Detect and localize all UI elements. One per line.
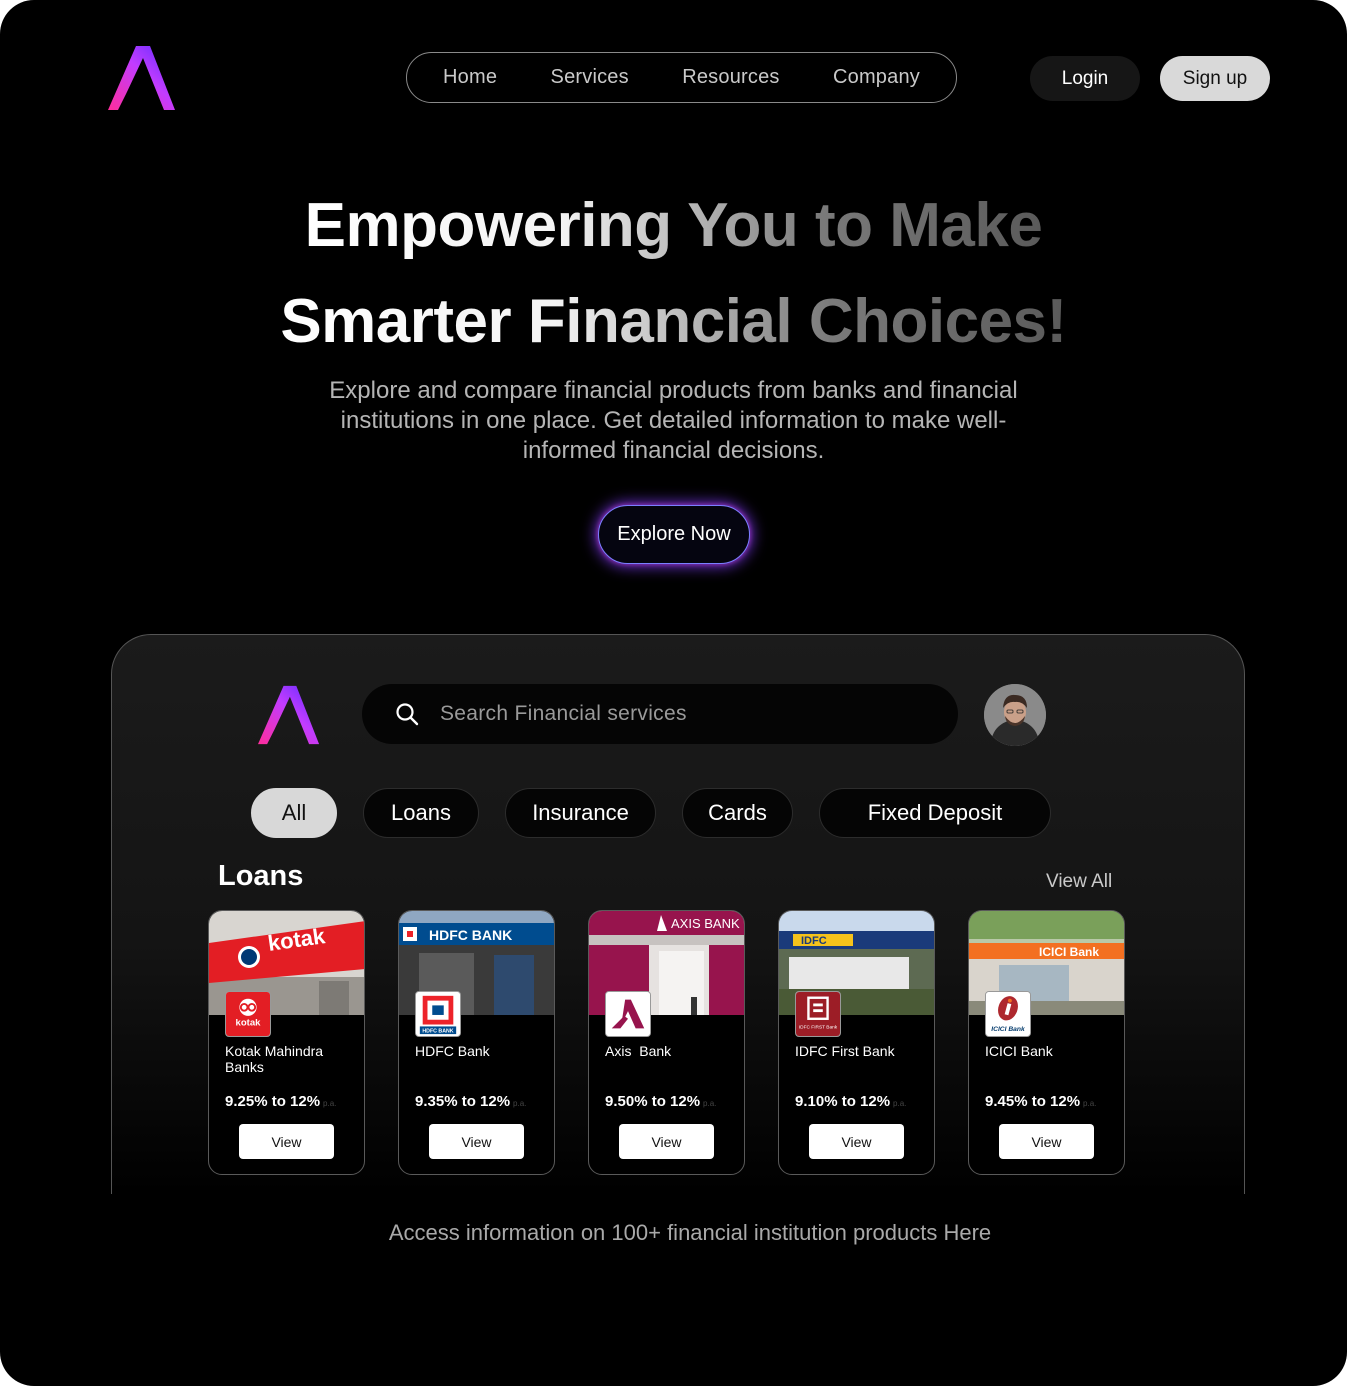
nav-resources[interactable]: Resources — [682, 66, 779, 89]
chip-cards[interactable]: Cards — [682, 788, 793, 838]
search-icon[interactable] — [395, 702, 419, 726]
hero-title-line-2: Smarter Financial Choices! — [0, 286, 1347, 357]
signup-button[interactable]: Sign up — [1160, 56, 1270, 101]
user-avatar[interactable] — [984, 684, 1046, 746]
card-interest-rate: 9.10% to 12% p.a. — [795, 1093, 906, 1110]
loan-card-idfc[interactable]: IDFC IDFC FIRST Bank IDFC First Bank 9.1… — [778, 910, 935, 1175]
icici-badge-text: ICICI Bank — [991, 1026, 1025, 1033]
card-rate-suffix: p.a. — [703, 1099, 717, 1108]
nav-company[interactable]: Company — [833, 66, 920, 89]
chip-fixed-deposit[interactable]: Fixed Deposit — [819, 788, 1051, 838]
explore-now-button[interactable]: Explore Now — [598, 505, 750, 564]
idfc-sign-text: IDFC — [801, 935, 827, 947]
card-rate-value: 9.10% to 12% — [795, 1093, 891, 1110]
section-title-loans: Loans — [218, 860, 304, 892]
card-rate-suffix: p.a. — [513, 1099, 527, 1108]
view-all-link[interactable]: View All — [1046, 871, 1112, 893]
card-bank-name: Kotak Mahindra Banks — [225, 1043, 324, 1075]
hero-title-line-1: Empowering You to Make — [0, 190, 1347, 261]
hdfc-logo-icon: HDFC BANK — [415, 991, 461, 1037]
view-button[interactable]: View — [239, 1124, 334, 1159]
card-rate-suffix: p.a. — [1083, 1099, 1097, 1108]
card-bank-name: Axis Bank — [605, 1043, 672, 1059]
card-interest-rate: 9.35% to 12% p.a. — [415, 1093, 526, 1110]
view-button[interactable]: View — [619, 1124, 714, 1159]
search-input[interactable] — [440, 698, 920, 730]
view-button[interactable]: View — [809, 1124, 904, 1159]
card-rate-value: 9.35% to 12% — [415, 1093, 511, 1110]
hdfc-badge-text: HDFC BANK — [422, 1029, 453, 1035]
landing-page: Home Services Resources Company Login Si… — [0, 0, 1347, 1386]
hero-subtitle: Explore and compare financial products f… — [329, 377, 1018, 464]
kotak-logo-icon: kotak — [225, 991, 271, 1037]
card-bank-name: IDFC First Bank — [795, 1043, 895, 1059]
main-nav: Home Services Resources Company — [406, 52, 957, 103]
card-bank-name: ICICI Bank — [985, 1043, 1053, 1059]
app-logo-icon — [258, 685, 320, 745]
icici-sign-text: ICICI Bank — [1039, 945, 1099, 959]
chip-insurance[interactable]: Insurance — [505, 788, 656, 838]
icici-logo-icon: ICICI Bank — [985, 991, 1031, 1037]
chip-all[interactable]: All — [251, 788, 337, 838]
card-interest-rate: 9.25% to 12% p.a. — [225, 1093, 336, 1110]
search-bar — [362, 684, 958, 744]
brand-logo-icon[interactable] — [108, 44, 176, 112]
idfc-badge-text: IDFC FIRST Bank — [799, 1024, 838, 1030]
view-button[interactable]: View — [429, 1124, 524, 1159]
footer-tagline: Access information on 100+ financial ins… — [388, 1220, 992, 1245]
axis-logo-icon — [605, 991, 651, 1037]
loan-card-icici[interactable]: ICICI Bank ICICI Bank ICICI Bank 9.45% t… — [968, 910, 1125, 1175]
loan-card-hdfc[interactable]: HDFC BANK HDFC BANK HDFC Bank 9.35% to 1… — [398, 910, 555, 1175]
kotak-badge-text: kotak — [236, 1017, 262, 1028]
hero-title-text-1: Empowering You to Make — [304, 191, 1043, 260]
idfc-logo-icon: IDFC FIRST Bank — [795, 991, 841, 1037]
card-rate-suffix: p.a. — [323, 1099, 337, 1108]
card-bank-name: HDFC Bank — [415, 1043, 490, 1059]
hero-title-text-2: Smarter Financial Choices! — [280, 287, 1067, 356]
avatar-portrait-icon — [984, 684, 1046, 746]
loan-card-kotak[interactable]: kotak kotak Kotak Mahindra Banks 9.25% t… — [208, 910, 365, 1175]
chip-loans[interactable]: Loans — [363, 788, 479, 838]
loan-card-axis[interactable]: AXIS BANK Axis Bank 9.50% to 12% p.a. Vie… — [588, 910, 745, 1175]
nav-services[interactable]: Services — [551, 66, 629, 89]
axis-sign-text: AXIS BANK — [671, 916, 740, 931]
login-button[interactable]: Login — [1030, 56, 1140, 101]
card-rate-value: 9.45% to 12% — [985, 1093, 1081, 1110]
card-interest-rate: 9.45% to 12% p.a. — [985, 1093, 1096, 1110]
card-interest-rate: 9.50% to 12% p.a. — [605, 1093, 716, 1110]
card-rate-value: 9.25% to 12% — [225, 1093, 321, 1110]
view-button[interactable]: View — [999, 1124, 1094, 1159]
nav-home[interactable]: Home — [443, 66, 497, 89]
card-rate-suffix: p.a. — [893, 1099, 907, 1108]
card-rate-value: 9.50% to 12% — [605, 1093, 701, 1110]
hdfc-sign-text: HDFC BANK — [429, 927, 512, 943]
